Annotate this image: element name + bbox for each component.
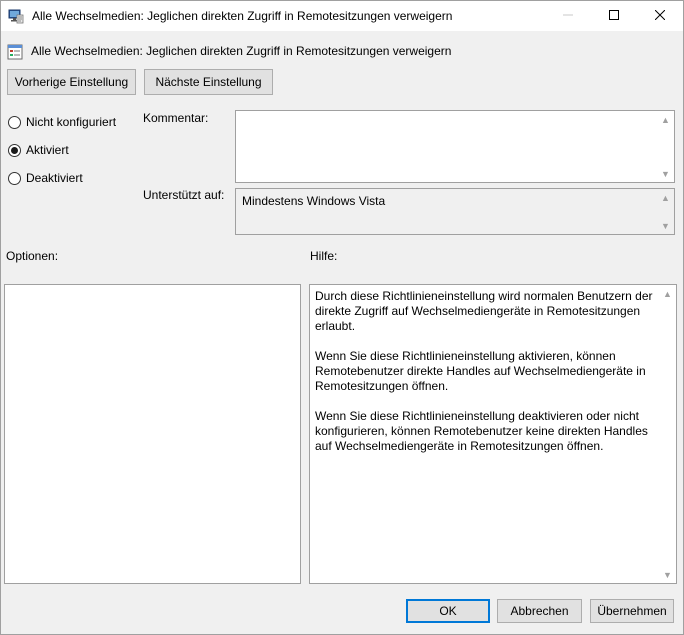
radio-enabled[interactable]: Aktiviert: [8, 143, 69, 157]
help-label: Hilfe:: [310, 249, 338, 263]
comment-label: Kommentar:: [143, 111, 209, 125]
radio-not-configured[interactable]: Nicht konfiguriert: [8, 115, 116, 129]
comment-field[interactable]: ▲ ▼: [235, 110, 675, 183]
ok-button[interactable]: OK: [406, 599, 490, 623]
radio-label: Nicht konfiguriert: [26, 115, 117, 129]
supported-scrollbar[interactable]: ▲ ▼: [657, 189, 674, 234]
previous-setting-button[interactable]: Vorherige Einstellung: [7, 69, 136, 95]
minimize-icon: [563, 9, 573, 23]
policy-monitor-icon: [8, 8, 24, 24]
policy-dialog: Alle Wechselmedien: Jeglichen direkten Z…: [0, 0, 684, 635]
help-paragraph: Durch diese Richtlinieneinstellung wird …: [315, 289, 653, 333]
scroll-down-icon[interactable]: ▼: [657, 165, 674, 182]
help-text: Durch diese Richtlinieneinstellung wird …: [315, 289, 657, 469]
options-panel: [4, 284, 301, 584]
maximize-button[interactable]: [591, 1, 637, 31]
radio-disabled[interactable]: Deaktiviert: [8, 171, 83, 185]
radio-button[interactable]: [8, 143, 21, 157]
scroll-up-icon[interactable]: ▲: [657, 111, 674, 128]
minimize-button[interactable]: [545, 1, 591, 31]
supported-label: Unterstützt auf:: [143, 188, 225, 202]
help-panel: Durch diese Richtlinieneinstellung wird …: [309, 284, 677, 584]
supported-value: Mindestens Windows Vista: [242, 194, 386, 208]
cancel-button[interactable]: Abbrechen: [497, 599, 582, 623]
policy-title: Alle Wechselmedien: Jeglichen direkten Z…: [31, 44, 452, 58]
options-label: Optionen:: [6, 249, 59, 263]
next-setting-button[interactable]: Nächste Einstellung: [144, 69, 273, 95]
help-paragraph: Wenn Sie diese Richtlinieneinstellung de…: [315, 409, 648, 453]
title-bar[interactable]: Alle Wechselmedien: Jeglichen direkten Z…: [1, 1, 683, 31]
comment-scrollbar[interactable]: ▲ ▼: [657, 111, 674, 182]
window-title: Alle Wechselmedien: Jeglichen direkten Z…: [32, 9, 453, 23]
radio-label: Deaktiviert: [26, 171, 83, 185]
close-icon: [654, 9, 666, 23]
help-scrollbar[interactable]: ▲ ▼: [659, 285, 676, 583]
policy-setting-icon: [7, 44, 23, 60]
scroll-down-icon[interactable]: ▼: [659, 566, 676, 583]
help-paragraph: Wenn Sie diese Richtlinieneinstellung ak…: [315, 349, 646, 393]
scroll-up-icon[interactable]: ▲: [657, 189, 674, 206]
supported-field: Mindestens Windows Vista ▲ ▼: [235, 188, 675, 235]
scroll-down-icon[interactable]: ▼: [657, 217, 674, 234]
close-button[interactable]: [637, 1, 683, 31]
radio-button[interactable]: [8, 115, 21, 129]
radio-label: Aktiviert: [26, 143, 69, 157]
scroll-up-icon[interactable]: ▲: [659, 285, 676, 302]
maximize-icon: [609, 9, 619, 23]
apply-button[interactable]: Übernehmen: [590, 599, 674, 623]
radio-button[interactable]: [8, 171, 21, 185]
